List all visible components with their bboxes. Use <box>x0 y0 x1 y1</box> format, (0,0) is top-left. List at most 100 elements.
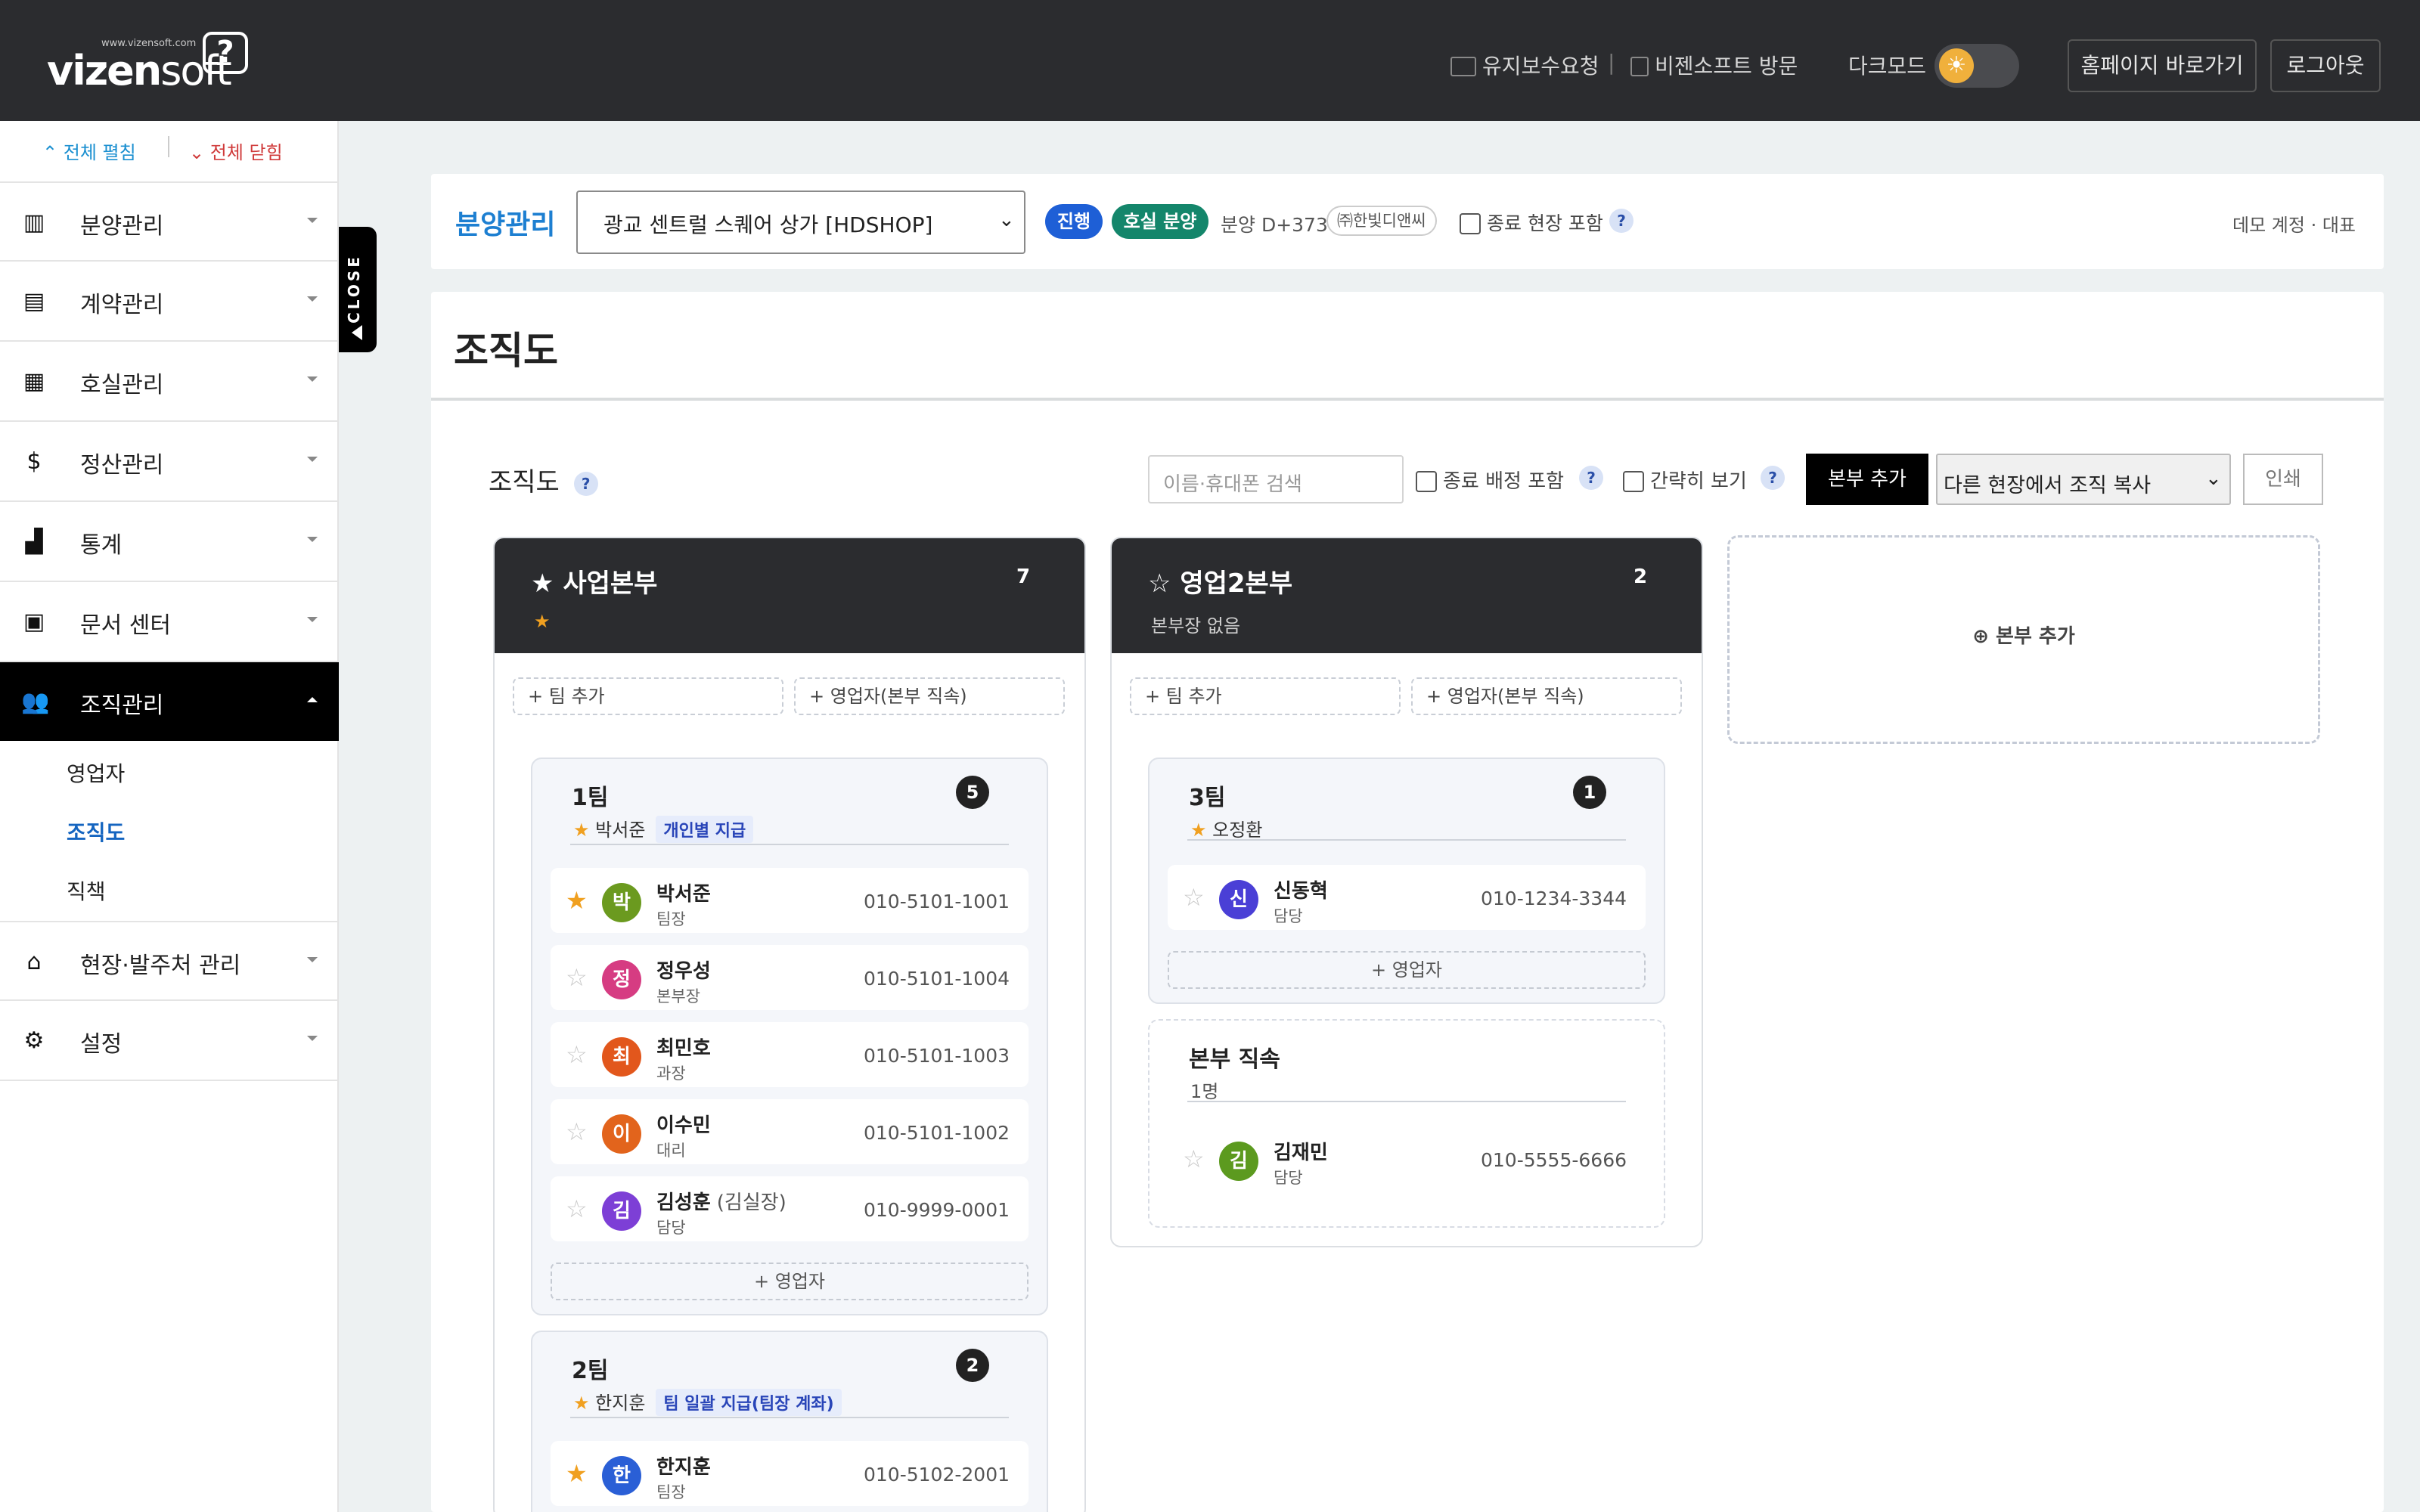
divider <box>570 844 1009 845</box>
leader-star-icon[interactable]: ☆ <box>1183 883 1205 912</box>
collapse-all-button[interactable]: ⌄ 전체 닫힘 <box>189 138 283 164</box>
member-row[interactable]: ★ 한 한지훈 팀장 010-5102-2001 <box>551 1441 1028 1506</box>
member-name: 정우성 <box>656 960 711 983</box>
add-team-button[interactable]: + 팀 추가 <box>513 677 783 715</box>
leader-star-icon[interactable]: ☆ <box>566 1040 588 1069</box>
avatar: 이 <box>602 1114 641 1154</box>
site-selector-bar: 분양관리 광교 센트럴 스퀘어 상가 [HDSHOP] ⌄ 진행 호실 분양 분… <box>431 174 2384 269</box>
chevron-down-icon <box>307 957 318 962</box>
help-icon[interactable]: ? <box>1761 466 1785 490</box>
sidebar-item-settings[interactable]: ⚙ 설정 <box>0 1001 339 1081</box>
member-row[interactable]: ☆ 이 이수민 대리 010-5101-1002 <box>551 1099 1028 1164</box>
chart-icon: ▟ <box>25 528 43 555</box>
chevron-down-icon <box>307 617 318 622</box>
add-dept-card[interactable]: ⊕ 본부 추가 <box>1727 535 2320 744</box>
dept-name: ★ 사업본부 <box>531 569 658 599</box>
dollar-icon: $ <box>26 448 42 475</box>
building-icon: ▥ <box>23 209 45 236</box>
leader-star-icon[interactable]: ☆ <box>566 1117 588 1146</box>
member-phone: 010-5102-2001 <box>864 1464 1010 1486</box>
sidebar-close-tab[interactable]: CLOSE <box>339 227 377 352</box>
maintenance-request-link[interactable]: 유지보수요청 <box>1450 50 1599 80</box>
sidebar-item-room-management[interactable]: ▦ 호실관리 <box>0 342 339 422</box>
sidebar-item-site-client-management[interactable]: ⌂ 현장·발주처 관리 <box>0 921 339 1001</box>
member-row[interactable]: ☆ 최 최민호 과장 010-5101-1003 <box>551 1022 1028 1087</box>
member-row[interactable]: ☆ 김 김성훈 (김실장) 담당 010-9999-0001 <box>551 1176 1028 1241</box>
darkmode-label: 다크모드 <box>1848 54 1927 79</box>
sun-icon: ☀ <box>1939 48 1974 83</box>
add-member-button[interactable]: + 영업자 <box>1168 951 1646 989</box>
leader-star-icon[interactable]: ★ <box>566 886 588 915</box>
sidebar-subitem-positions[interactable]: 직책 <box>67 875 106 906</box>
logout-button[interactable]: 로그아웃 <box>2270 39 2381 92</box>
add-direct-salesperson-button[interactable]: + 영업자(본부 직속) <box>794 677 1065 715</box>
people-icon: 👥 <box>21 689 50 715</box>
gear-icon: ⚙ <box>23 1027 45 1054</box>
sidebar-item-statistics[interactable]: ▟ 통계 <box>0 502 339 582</box>
sidebar-item-settlement-management[interactable]: $ 정산관리 <box>0 422 339 502</box>
chevron-down-icon <box>307 537 318 542</box>
sidebar-subitem-org-chart[interactable]: 조직도 <box>67 816 125 847</box>
member-row[interactable]: ★ 박 박서준 팀장 010-5101-1001 <box>551 868 1028 933</box>
team-card: 2팀 2 ★ 한지훈 팀 일괄 지급(팀장 계좌) ★ 한 한지훈 팀장 010-… <box>531 1331 1048 1512</box>
help-icon[interactable]: ? <box>573 471 598 496</box>
help-icon[interactable]: ? <box>1579 466 1603 490</box>
sidebar-item-document-center[interactable]: ▣ 문서 센터 <box>0 582 339 662</box>
site-bar-title: 분양관리 <box>455 209 556 240</box>
dept-head: ★ <box>534 611 551 632</box>
chevron-down-icon <box>307 1036 318 1041</box>
member-row[interactable]: ☆ 김 김재민 담당 010-5555-6666 <box>1168 1126 1646 1191</box>
site-select[interactable]: 광교 센트럴 스퀘어 상가 [HDSHOP] ⌄ <box>576 191 1025 254</box>
team-name: 3팀 <box>1189 785 1226 811</box>
visit-vizensoft-link[interactable]: 비젠소프트 방문 <box>1630 50 1798 80</box>
member-name: 한지훈 <box>656 1456 711 1479</box>
divider <box>1187 1101 1626 1102</box>
member-row[interactable]: ☆ 신 신동혁 담당 010-1234-3344 <box>1168 865 1646 930</box>
star-icon: ★ <box>534 611 551 632</box>
member-row[interactable]: ☆ 정 정우성 본부장 010-5101-1004 <box>551 945 1028 1010</box>
member-role: 팀장 <box>656 910 686 928</box>
leader-star-icon[interactable]: ☆ <box>1183 1145 1205 1173</box>
chevron-down-icon <box>307 296 318 302</box>
sidebar-item-contract-management[interactable]: ▤ 계약관리 <box>0 262 339 342</box>
dept-count: 7 <box>1016 565 1031 588</box>
bank-icon: ⌂ <box>26 949 42 975</box>
help-icon[interactable]: ? <box>1609 209 1634 233</box>
add-dept-button[interactable]: 본부 추가 <box>1806 454 1928 505</box>
leader-star-icon[interactable]: ★ <box>566 1459 588 1488</box>
include-ended-sites-checkbox[interactable]: 종료 현장 포함 <box>1460 209 1603 236</box>
member-role: 과장 <box>656 1064 686 1083</box>
chevron-down-icon: ⌄ <box>2205 467 2222 490</box>
avatar: 최 <box>602 1037 641 1077</box>
add-member-button[interactable]: + 영업자 <box>551 1263 1028 1300</box>
dept-head: 본부장 없음 <box>1151 615 1241 637</box>
dept-name: ☆ 영업2본부 <box>1148 569 1293 599</box>
add-team-button[interactable]: + 팀 추가 <box>1130 677 1401 715</box>
chevron-down-icon <box>307 457 318 462</box>
include-ended-assign-checkbox[interactable]: 종료 배정 포함 <box>1416 466 1564 494</box>
search-input[interactable]: 이름·휴대폰 검색 <box>1148 455 1404 503</box>
star-icon: ★ <box>573 1393 590 1414</box>
sidebar-item-sales-management[interactable]: ▥ 분양관리 <box>0 181 339 262</box>
member-role: 담당 <box>656 1219 686 1237</box>
leader-star-icon[interactable]: ☆ <box>566 963 588 992</box>
avatar: 김 <box>1219 1142 1258 1181</box>
sidebar-subitem-salespeople[interactable]: 영업자 <box>67 758 125 788</box>
copy-org-select[interactable]: 다른 현장에서 조직 복사 ⌄ <box>1936 454 2231 505</box>
print-button[interactable]: 인쇄 <box>2243 454 2323 505</box>
expand-all-button[interactable]: ⌃ 전체 펼침 <box>42 138 136 164</box>
direct-title: 본부 직속 <box>1189 1046 1280 1073</box>
sidebar-item-organization-management[interactable]: 👥 조직관리 <box>0 662 339 741</box>
leader-star-icon[interactable]: ☆ <box>566 1194 588 1223</box>
team-leader: ★ 한지훈 팀 일괄 지급(팀장 계좌) <box>573 1388 842 1416</box>
darkmode-toggle[interactable]: ☀ <box>1934 44 2019 88</box>
simple-view-checkbox[interactable]: 간략히 보기 <box>1623 466 1747 494</box>
team-name: 2팀 <box>572 1358 609 1384</box>
member-alias: (김실장) <box>716 1191 786 1214</box>
add-direct-salesperson-button[interactable]: + 영업자(본부 직속) <box>1411 677 1682 715</box>
homepage-button[interactable]: 홈페이지 바로가기 <box>2068 39 2257 92</box>
section-title: 조직도 ? <box>489 461 598 498</box>
avatar: 박 <box>602 883 641 922</box>
monitor-icon <box>1450 57 1476 76</box>
top-header: www.vizensoft.com vizensoft ? 유지보수요청 | 비… <box>0 0 2420 121</box>
